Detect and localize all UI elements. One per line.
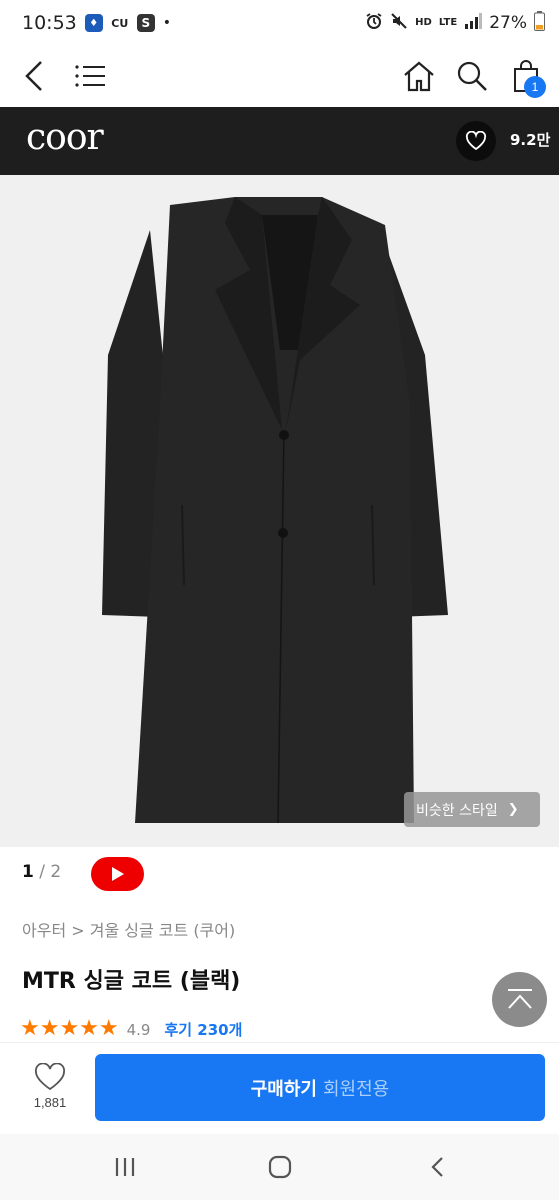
home-circle-icon xyxy=(268,1155,292,1179)
notification-dot-icon: • xyxy=(162,15,172,31)
status-time: 10:53 xyxy=(22,12,77,34)
rating-row: ★★★★★ 4.9 후기 230개 xyxy=(20,1018,242,1038)
breadcrumb[interactable]: 아우터 > 겨울 싱글 코트 (쿠어) xyxy=(22,917,235,941)
brand-logo[interactable]: coor xyxy=(26,117,104,158)
play-icon xyxy=(111,867,124,881)
similar-style-label: 비슷한 스타일 xyxy=(416,802,498,819)
wishlist-button[interactable]: 1,881 xyxy=(22,1063,78,1119)
brand-like-button[interactable] xyxy=(456,121,496,161)
android-back-button[interactable] xyxy=(422,1150,452,1184)
back-arrow-icon xyxy=(25,61,42,91)
members-only-label: 회원전용 xyxy=(323,1078,390,1100)
home-button[interactable] xyxy=(399,46,439,106)
battery-icon xyxy=(534,10,545,36)
battery-text: 27% xyxy=(489,13,527,33)
cart-count-badge: 1 xyxy=(524,76,546,98)
review-count-link[interactable]: 후기 230개 xyxy=(164,1018,242,1038)
cu-app-icon: CU xyxy=(111,16,129,30)
search-icon xyxy=(457,61,487,91)
status-left: 10:53 ♦ CU S • xyxy=(22,12,171,34)
hd-label: HD xyxy=(415,17,432,28)
s-app-icon: S xyxy=(136,14,155,32)
recent-apps-icon xyxy=(115,1158,135,1176)
pager-separator: / xyxy=(39,862,45,882)
buy-button[interactable]: 구매하기 회원전용 xyxy=(95,1054,545,1121)
heart-outline-icon xyxy=(34,1063,66,1091)
signal-icon xyxy=(464,12,483,34)
rating-value: 4.9 xyxy=(126,1021,151,1038)
top-nav-bar: 1 xyxy=(0,46,559,106)
pager-current: 1 xyxy=(22,862,34,882)
back-chevron-icon xyxy=(431,1157,443,1177)
wishlist-count: 1,881 xyxy=(33,1095,67,1110)
menu-button[interactable] xyxy=(70,46,110,106)
android-navigation-bar xyxy=(0,1134,559,1200)
brand-like-count: 9.2만 xyxy=(510,131,551,149)
brand-bar[interactable]: coor 9.2만 xyxy=(0,107,559,175)
image-pager: 1 / 2 xyxy=(22,862,61,882)
coat-image xyxy=(102,197,448,824)
status-right: HD LTE 27% xyxy=(365,10,545,36)
location-app-icon: ♦ xyxy=(84,14,103,32)
alarm-icon xyxy=(365,12,383,35)
back-button[interactable] xyxy=(14,46,54,106)
cart-button[interactable]: 1 xyxy=(506,46,546,106)
pager-total: 2 xyxy=(50,862,62,882)
android-home-button[interactable] xyxy=(265,1150,295,1184)
menu-list-icon xyxy=(75,65,105,87)
lte-label: LTE xyxy=(438,17,458,28)
status-bar: 10:53 ♦ CU S • HD LTE 27% xyxy=(0,0,559,46)
scroll-to-top-button[interactable] xyxy=(492,972,547,1027)
video-play-button[interactable] xyxy=(91,857,144,891)
product-title: MTR 싱글 코트 (블랙) xyxy=(22,969,241,994)
similar-style-button[interactable]: 비슷한 스타일 ❯ xyxy=(404,792,540,827)
rating-stars-icon: ★★★★★ xyxy=(20,1018,119,1038)
product-image[interactable]: 비슷한 스타일 ❯ xyxy=(0,175,559,847)
bottom-action-bar: 1,881 구매하기 회원전용 xyxy=(0,1042,559,1134)
hd-voice-icon: HD xyxy=(415,18,432,28)
mute-icon xyxy=(390,12,408,35)
arrow-up-icon xyxy=(507,988,532,1009)
buy-label: 구매하기 xyxy=(250,1078,317,1100)
chevron-right-icon: ❯ xyxy=(507,802,519,817)
recent-apps-button[interactable] xyxy=(110,1150,140,1184)
lte-icon: LTE xyxy=(439,18,457,28)
home-icon xyxy=(404,61,434,92)
search-button[interactable] xyxy=(452,46,492,106)
heart-icon xyxy=(465,131,487,151)
